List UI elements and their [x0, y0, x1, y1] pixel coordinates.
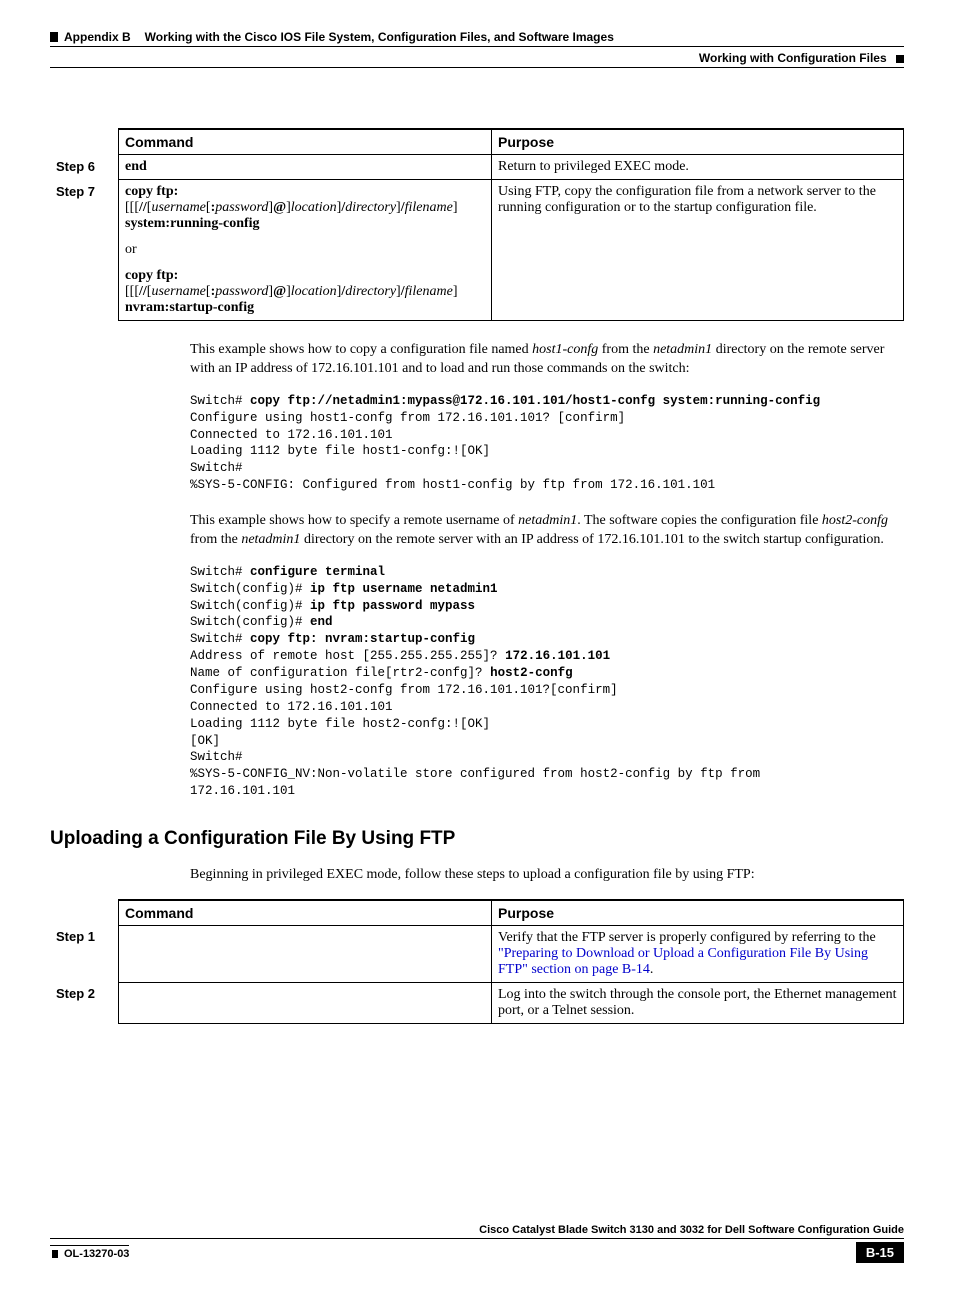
command-cell: copy ftp:[[[//[username[:password]@]loca…: [119, 180, 492, 321]
section-heading-upload-ftp: Uploading a Configuration File By Using …: [50, 828, 904, 850]
step-header-blank-2: [50, 900, 119, 926]
main: Command Purpose Step 6endReturn to privi…: [50, 128, 904, 1024]
step-cell: Step 2: [50, 982, 119, 1023]
purpose-cell: Verify that the FTP server is properly c…: [492, 925, 904, 982]
section-title: Working with Configuration Files: [50, 51, 904, 68]
command-table-1: Command Purpose Step 6endReturn to privi…: [50, 128, 904, 321]
step-cell: Step 7: [50, 180, 119, 321]
upload-intro: Beginning in privileged EXEC mode, follo…: [190, 866, 904, 885]
code-example-2: Switch# configure terminal Switch(config…: [190, 564, 904, 800]
table-row: Step 2 Log into the switch through the co…: [50, 982, 904, 1023]
purpose-header-2: Purpose: [492, 900, 904, 926]
table-row: Step 1 Verify that the FTP server is prop…: [50, 925, 904, 982]
purpose-cell: Using FTP, copy the configuration file f…: [492, 180, 904, 321]
table-row: Step 7copy ftp:[[[//[username[:password]…: [50, 180, 904, 321]
footer-doc-title: Cisco Catalyst Blade Switch 3130 and 303…: [50, 1224, 904, 1239]
example-intro-1: This example shows how to copy a configu…: [190, 341, 904, 379]
code-example-1: Switch# copy ftp://netadmin1:mypass@172.…: [190, 393, 904, 494]
purpose-cell: Log into the switch through the console …: [492, 982, 904, 1023]
command-cell: [119, 925, 492, 982]
page-number: B-15: [856, 1242, 904, 1263]
command-cell: [119, 982, 492, 1023]
step-cell: Step 1: [50, 925, 119, 982]
command-table-2: Command Purpose Step 1 Verify that the FT…: [50, 899, 904, 1024]
command-header-2: Command: [119, 900, 492, 926]
purpose-cell: Return to privileged EXEC mode.: [492, 155, 904, 180]
chapter-title: Working with the Cisco IOS File System, …: [145, 30, 614, 44]
command-cell: end: [119, 155, 492, 180]
table-row: Step 6endReturn to privileged EXEC mode.: [50, 155, 904, 180]
purpose-header: Purpose: [492, 129, 904, 155]
step-header-blank: [50, 129, 119, 155]
command-header: Command: [119, 129, 492, 155]
appendix-label: Appendix B: [64, 30, 131, 44]
footer-doc-number: OL-13270-03: [50, 1245, 129, 1260]
page-header: Appendix B Working with the Cisco IOS Fi…: [50, 30, 904, 68]
example-intro-2: This example shows how to specify a remo…: [190, 512, 904, 550]
page-footer: Cisco Catalyst Blade Switch 3130 and 303…: [50, 1224, 904, 1263]
step-cell: Step 6: [50, 155, 119, 180]
